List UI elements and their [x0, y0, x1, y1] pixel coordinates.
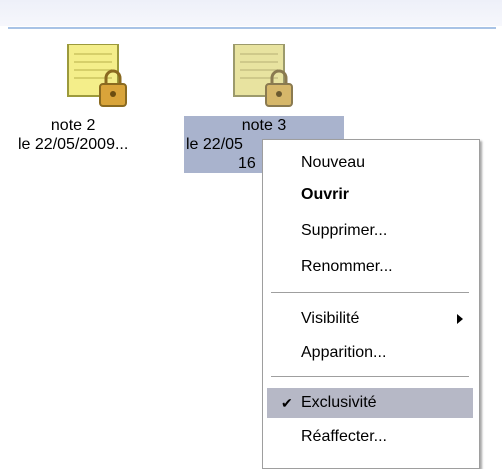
window-header-strip [0, 0, 502, 26]
menu-item-supprimer[interactable]: Supprimer... [267, 216, 473, 246]
menu-item-label: Réaffecter... [301, 428, 387, 445]
menu-item-label: Nouveau [301, 154, 366, 171]
note-name: note 2 [50, 117, 96, 134]
note-name: note 3 [241, 117, 287, 134]
menu-item-label: Visibilité [301, 310, 360, 327]
menu-item-ouvrir[interactable]: Ouvrir [267, 180, 473, 210]
menu-separator [271, 376, 469, 378]
menu-item-renommer[interactable]: Renommer... [267, 252, 473, 282]
menu-separator [271, 292, 469, 294]
menu-item-reaffecter[interactable]: Réaffecter... [267, 422, 473, 452]
menu-item-apparition[interactable]: Apparition... [267, 338, 473, 368]
locked-note-icon [67, 44, 127, 107]
menu-item-visibilite[interactable]: Visibilité [267, 304, 473, 334]
menu-item-exclusivite[interactable]: ✔ Exclusivité [267, 388, 473, 418]
note-date: le 22/05/2009... [18, 136, 129, 153]
menu-item-label: Exclusivité [301, 394, 377, 411]
menu-item-label: Supprimer... [301, 222, 388, 239]
menu-item-label: Apparition... [301, 344, 387, 361]
header-divider [8, 27, 496, 29]
locked-note-icon [233, 44, 293, 107]
note-label: note 2 le 22/05/2009... [16, 116, 130, 154]
menu-item-nouveau[interactable]: Nouveau [267, 148, 473, 178]
menu-item-label: Ouvrir [301, 186, 350, 203]
menu-item-label: Renommer... [301, 258, 393, 275]
checkmark-icon: ✔ [281, 395, 293, 411]
context-menu: Nouveau Ouvrir Supprimer... Renommer... … [262, 139, 480, 469]
submenu-arrow-icon [457, 314, 463, 324]
